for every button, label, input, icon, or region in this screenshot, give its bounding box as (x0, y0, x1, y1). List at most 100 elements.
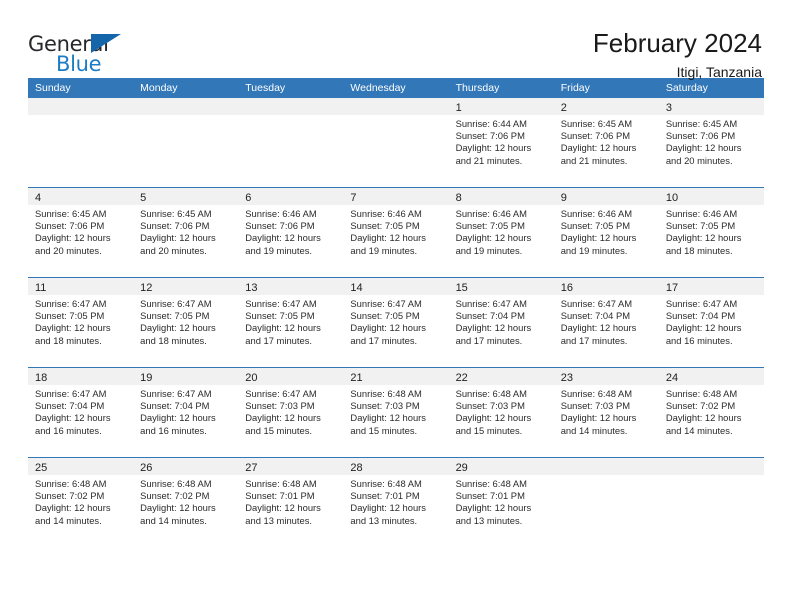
weekday-header-saturday: Saturday (665, 82, 708, 94)
daylight-text-line1: Daylight: 12 hours (455, 142, 532, 154)
page-title: February 2024 (592, 28, 762, 58)
day-number-band: 26 (133, 458, 239, 475)
day-details: Sunrise: 6:47 AM Sunset: 7:04 PM Daylight:… (28, 385, 133, 437)
day-number-band: 16 (553, 278, 659, 295)
calendar-day-cell[interactable]: 27 Sunrise: 6:48 AM Sunset: 7:01 PM Dayligh… (238, 458, 344, 547)
sunrise-text: Sunrise: 6:47 AM (245, 298, 317, 309)
calendar-day-cell[interactable]: 23 Sunrise: 6:48 AM Sunset: 7:03 PM Dayligh… (553, 368, 659, 457)
calendar-day-cell[interactable]: 8 Sunrise: 6:46 AM Sunset: 7:05 PM Daylight… (448, 188, 554, 277)
day-details: Sunrise: 6:47 AM Sunset: 7:04 PM Daylight:… (554, 295, 659, 347)
daylight-text-line1: Daylight: 12 hours (350, 322, 426, 334)
sunset-text: Sunset: 7:05 PM (245, 310, 315, 322)
weekday-header-wednesday: Wednesday (350, 82, 406, 94)
calendar-day-cell[interactable]: 19 Sunrise: 6:47 AM Sunset: 7:04 PM Dayligh… (133, 368, 239, 457)
weekday-header-friday: Friday (560, 82, 590, 94)
calendar-day-cell[interactable]: 17 Sunrise: 6:47 AM Sunset: 7:04 PM Dayligh… (658, 278, 764, 367)
day-number-band: 20 (238, 368, 344, 385)
daylight-text-line1: Daylight: 12 hours (665, 142, 742, 154)
sunrise-text: Sunrise: 6:47 AM (35, 298, 107, 309)
calendar-day-cell[interactable]: 11 Sunrise: 6:47 AM Sunset: 7:05 PM Dayligh… (28, 278, 134, 367)
sunset-text: Sunset: 7:04 PM (140, 400, 210, 412)
day-number-band: 2 (553, 98, 659, 115)
calendar-day-cell[interactable]: 24 Sunrise: 6:48 AM Sunset: 7:02 PM Dayligh… (658, 368, 764, 457)
daylight-text-line2: and 20 minutes. (140, 244, 207, 256)
calendar-day-cell[interactable]: 25 Sunrise: 6:48 AM Sunset: 7:02 PM Dayligh… (28, 458, 134, 547)
calendar-day-cell[interactable]: 2 Sunrise: 6:45 AM Sunset: 7:06 PM Daylight… (553, 98, 659, 187)
calendar-day-cell[interactable]: 20 Sunrise: 6:47 AM Sunset: 7:03 PM Dayligh… (238, 368, 344, 457)
calendar-day-cell[interactable]: 3 Sunrise: 6:45 AM Sunset: 7:06 PM Daylight… (658, 98, 764, 187)
day-details: Sunrise: 6:46 AM Sunset: 7:05 PM Daylight:… (449, 205, 554, 257)
sunset-text: Sunset: 7:05 PM (560, 220, 631, 232)
sunrise-text: Sunrise: 6:48 AM (140, 478, 212, 489)
calendar-day-cell[interactable]: 7 Sunrise: 6:46 AM Sunset: 7:05 PM Daylight… (343, 188, 449, 277)
calendar-day-cell[interactable]: 12 Sunrise: 6:47 AM Sunset: 7:05 PM Dayligh… (133, 278, 239, 367)
day-number-band: 10 (658, 188, 764, 205)
daylight-text-line2: and 16 minutes. (35, 424, 102, 436)
daylight-text-line1: Daylight: 12 hours (245, 232, 321, 244)
day-number: 20 (245, 372, 258, 384)
daylight-text-line2: and 14 minutes. (140, 514, 207, 526)
general-blue-logo[interactable]: General Blue (28, 28, 148, 80)
calendar-day-cell[interactable]: 14 Sunrise: 6:47 AM Sunset: 7:05 PM Dayligh… (343, 278, 449, 367)
day-number-band: 25 (28, 458, 134, 475)
calendar-day-cell[interactable]: 4 Sunrise: 6:45 AM Sunset: 7:06 PM Daylight… (28, 188, 134, 277)
title-block: February 2024 Itigi, Tanzania (593, 28, 764, 82)
daylight-text-line2: and 15 minutes. (455, 424, 523, 436)
sunrise-text: Sunrise: 6:47 AM (140, 388, 212, 399)
calendar-weeks: 1 Sunrise: 6:44 AM Sunset: 7:06 PM Daylight… (28, 98, 764, 547)
day-number-band: 14 (343, 278, 449, 295)
daylight-text-line1: Daylight: 12 hours (35, 412, 111, 424)
sunset-text: Sunset: 7:06 PM (455, 130, 525, 142)
day-details (659, 475, 764, 478)
calendar-day-cell[interactable]: 9 Sunrise: 6:46 AM Sunset: 7:05 PM Daylight… (553, 188, 659, 277)
daylight-text-line1: Daylight: 12 hours (560, 232, 637, 244)
day-number: 11 (35, 282, 47, 294)
day-number: 17 (665, 282, 679, 294)
sunrise-text: Sunrise: 6:48 AM (35, 478, 107, 489)
daylight-text-line1: Daylight: 12 hours (140, 232, 216, 244)
daylight-text-line1: Daylight: 12 hours (140, 412, 216, 424)
daylight-text-line1: Daylight: 12 hours (455, 412, 532, 424)
day-number-band: 28 (343, 458, 449, 475)
daylight-text-line2: and 19 minutes. (245, 244, 312, 256)
day-details: Sunrise: 6:45 AM Sunset: 7:06 PM Daylight:… (28, 205, 133, 257)
calendar-day-cell[interactable]: 10 Sunrise: 6:46 AM Sunset: 7:05 PM Dayligh… (658, 188, 764, 277)
day-number-band (238, 98, 344, 115)
sunrise-text: Sunrise: 6:47 AM (560, 298, 633, 309)
calendar-day-cell[interactable]: 1 Sunrise: 6:44 AM Sunset: 7:06 PM Daylight… (448, 98, 554, 187)
day-number: 22 (455, 372, 468, 384)
calendar-day-cell[interactable]: 28 Sunrise: 6:48 AM Sunset: 7:01 PM Dayligh… (343, 458, 449, 547)
sunrise-text: Sunrise: 6:48 AM (455, 388, 527, 399)
calendar-day-cell-empty (658, 458, 764, 547)
weekday-header-tuesday: Tuesday (245, 82, 286, 94)
daylight-text-line1: Daylight: 12 hours (455, 502, 532, 514)
day-number: 19 (140, 372, 153, 384)
day-number: 14 (350, 282, 363, 294)
sunset-text: Sunset: 7:03 PM (455, 400, 525, 412)
calendar-day-cell[interactable]: 5 Sunrise: 6:45 AM Sunset: 7:06 PM Daylight… (133, 188, 239, 277)
daylight-text-line2: and 13 minutes. (245, 514, 312, 526)
day-details: Sunrise: 6:48 AM Sunset: 7:01 PM Daylight:… (343, 475, 448, 527)
day-number: 4 (35, 192, 42, 204)
day-number-band: 1 (448, 98, 554, 115)
day-details: Sunrise: 6:48 AM Sunset: 7:02 PM Daylight:… (659, 385, 764, 437)
day-number: 6 (245, 192, 252, 204)
calendar-day-cell[interactable]: 6 Sunrise: 6:46 AM Sunset: 7:06 PM Daylight… (238, 188, 344, 277)
daylight-text-line1: Daylight: 12 hours (350, 412, 426, 424)
daylight-text-line2: and 20 minutes. (35, 244, 102, 256)
calendar-day-cell[interactable]: 18 Sunrise: 6:47 AM Sunset: 7:04 PM Dayligh… (28, 368, 134, 457)
sunrise-text: Sunrise: 6:47 AM (35, 388, 107, 399)
daylight-text-line2: and 14 minutes. (35, 514, 102, 526)
calendar-day-cell[interactable]: 15 Sunrise: 6:47 AM Sunset: 7:04 PM Dayligh… (448, 278, 554, 367)
calendar-day-cell[interactable]: 13 Sunrise: 6:47 AM Sunset: 7:05 PM Dayligh… (238, 278, 344, 367)
calendar-day-cell[interactable]: 26 Sunrise: 6:48 AM Sunset: 7:02 PM Dayligh… (133, 458, 239, 547)
sunrise-text: Sunrise: 6:46 AM (350, 208, 422, 219)
page-header: General Blue February 2024 Itigi, Tanzan… (28, 0, 764, 80)
calendar-day-cell[interactable]: 29 Sunrise: 6:48 AM Sunset: 7:01 PM Dayligh… (448, 458, 554, 547)
calendar-day-cell[interactable]: 16 Sunrise: 6:47 AM Sunset: 7:04 PM Dayligh… (553, 278, 659, 367)
calendar-day-cell[interactable]: 22 Sunrise: 6:48 AM Sunset: 7:03 PM Dayligh… (448, 368, 554, 457)
sunrise-text: Sunrise: 6:45 AM (665, 118, 738, 129)
calendar-day-cell[interactable]: 21 Sunrise: 6:48 AM Sunset: 7:03 PM Dayligh… (343, 368, 449, 457)
sunrise-text: Sunrise: 6:45 AM (140, 208, 212, 219)
day-number-band: 22 (448, 368, 554, 385)
